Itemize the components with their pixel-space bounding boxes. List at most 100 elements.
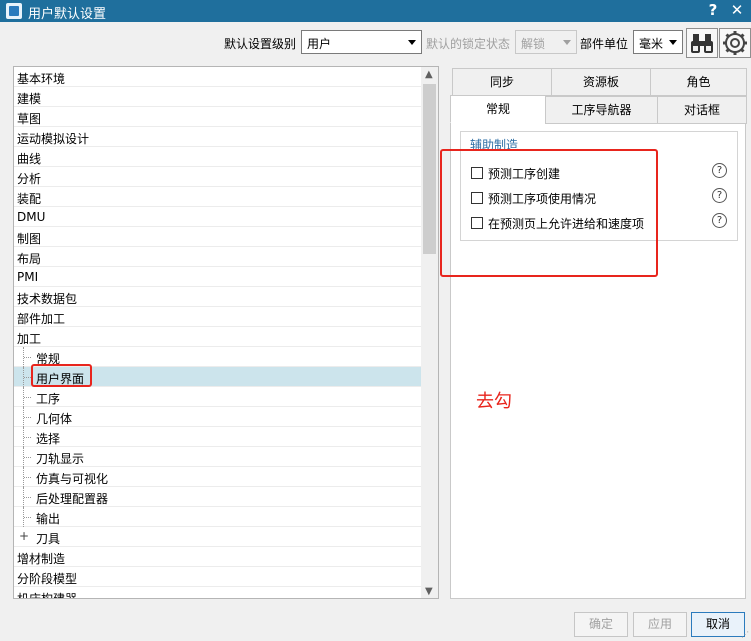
window-title: 用户默认设置 xyxy=(28,7,107,22)
tree-item-operation[interactable]: 工序 xyxy=(14,387,422,407)
settings-tree: 基本环境 建模 草图 运动模拟设计 曲线 分析 装配 DMU 制图 布局 PMI… xyxy=(13,66,439,599)
annotation-text: 去勾 xyxy=(476,391,512,412)
level-label: 默认设置级别 xyxy=(224,37,297,51)
expand-icon[interactable]: + xyxy=(19,529,29,543)
title-bar: 用户默认设置 ? ✕ xyxy=(0,0,751,22)
help-circle-icon[interactable]: ? xyxy=(712,188,727,203)
tree-item-toolpath-display[interactable]: 刀轨显示 xyxy=(14,447,422,467)
help-button[interactable]: ? xyxy=(704,1,722,19)
tab-sync[interactable]: 同步 xyxy=(452,68,552,96)
tree-item-label: 草图 xyxy=(17,112,42,126)
cancel-button[interactable]: 取消 xyxy=(691,612,745,637)
tree-item-label: 后处理配置器 xyxy=(36,492,109,506)
tab-general[interactable]: 常规 xyxy=(450,95,546,123)
tree-item-basic-env[interactable]: 基本环境 xyxy=(14,67,422,87)
tree-item-label: 增材制造 xyxy=(17,552,66,566)
tree-connector xyxy=(23,507,31,527)
tree-item-motion[interactable]: 运动模拟设计 xyxy=(14,127,422,147)
tree-item-tool[interactable]: + 刀具 xyxy=(14,527,422,547)
chevron-down-icon xyxy=(408,40,416,45)
tree-item-label: 曲线 xyxy=(17,152,42,166)
tree-item-staged-model[interactable]: 分阶段模型 xyxy=(14,567,422,587)
tree-connector xyxy=(23,467,31,487)
tree-item-manufacturing[interactable]: 加工 xyxy=(14,327,422,347)
tree-item-label: 机床构建器 xyxy=(17,592,78,599)
tree-item-modeling[interactable]: 建模 xyxy=(14,87,422,107)
tree-item-pmi[interactable]: PMI xyxy=(14,267,422,287)
tree-item-label: 分析 xyxy=(17,172,42,186)
tree-item-label: 基本环境 xyxy=(17,72,66,86)
tree-item-label: PMI xyxy=(17,270,39,284)
tree-item-sketch[interactable]: 草图 xyxy=(14,107,422,127)
lock-select: 解锁 xyxy=(515,30,577,54)
tree-item-label: 建模 xyxy=(17,92,42,106)
help-circle-icon[interactable]: ? xyxy=(712,213,727,228)
tree-item-label: 选择 xyxy=(36,432,61,446)
tree-item-label: 运动模拟设计 xyxy=(17,132,90,146)
tree-item-output[interactable]: 输出 xyxy=(14,507,422,527)
help-circle-icon[interactable]: ? xyxy=(712,163,727,178)
tab-dialog[interactable]: 对话框 xyxy=(657,96,747,124)
find-button[interactable] xyxy=(686,28,718,58)
tree-item-label: 输出 xyxy=(36,512,61,526)
gear-icon xyxy=(723,31,747,55)
level-select-value: 用户 xyxy=(307,37,332,51)
tree-connector xyxy=(23,407,31,427)
resize-grip-icon[interactable]: ⋰ xyxy=(741,630,749,639)
tree-item-label: 工序 xyxy=(36,392,61,406)
tree-connector xyxy=(23,427,31,447)
tree-item-curve[interactable]: 曲线 xyxy=(14,147,422,167)
tree-connector xyxy=(23,447,31,467)
tree-item-label: 刀轨显示 xyxy=(36,452,85,466)
binoculars-icon xyxy=(691,34,713,53)
highlight-box-options xyxy=(440,149,658,277)
level-select[interactable]: 用户 xyxy=(301,30,422,54)
tree-item-label: 仿真与可视化 xyxy=(36,472,109,486)
tree-item-label: 分阶段模型 xyxy=(17,572,78,586)
tree-item-label: DMU xyxy=(17,210,46,224)
tree-item-machine-builder[interactable]: 机床构建器 xyxy=(14,587,422,599)
unit-label: 部件单位 xyxy=(580,37,629,51)
tree-item-label: 几何体 xyxy=(36,412,73,426)
tree-connector xyxy=(23,387,31,407)
scroll-thumb[interactable] xyxy=(423,84,436,254)
unit-select-value: 毫米 xyxy=(639,37,664,51)
tab-roles[interactable]: 角色 xyxy=(650,68,747,96)
tree-item-label: 布局 xyxy=(17,252,42,266)
unit-select[interactable]: 毫米 xyxy=(633,30,683,54)
tree-item-label: 技术数据包 xyxy=(17,292,78,306)
lock-select-value: 解锁 xyxy=(521,37,546,51)
tree-item-additive[interactable]: 增材制造 xyxy=(14,547,422,567)
tree-item-label: 部件加工 xyxy=(17,312,66,326)
tree-item-part-mfg[interactable]: 部件加工 xyxy=(14,307,422,327)
highlight-box-tree xyxy=(31,364,92,387)
chevron-down-icon xyxy=(563,40,571,45)
tree-item-assembly[interactable]: 装配 xyxy=(14,187,422,207)
ok-button[interactable]: 确定 xyxy=(574,612,628,637)
tree-connector xyxy=(23,347,31,367)
tree-item-postprocessor[interactable]: 后处理配置器 xyxy=(14,487,422,507)
tree-scrollbar[interactable]: ▲ ▼ xyxy=(421,67,438,598)
tab-resource-bar[interactable]: 资源板 xyxy=(551,68,651,96)
tree-item-analysis[interactable]: 分析 xyxy=(14,167,422,187)
tree-connector xyxy=(23,487,31,507)
tree-item-tdp[interactable]: 技术数据包 xyxy=(14,287,422,307)
tree-item-dmu[interactable]: DMU xyxy=(14,207,422,227)
tree-item-label: 加工 xyxy=(17,332,42,346)
tree-item-label: 制图 xyxy=(17,232,42,246)
scroll-up-icon[interactable]: ▲ xyxy=(425,69,433,80)
tree-item-simulation[interactable]: 仿真与可视化 xyxy=(14,467,422,487)
tree-item-geometry[interactable]: 几何体 xyxy=(14,407,422,427)
tree-item-selection[interactable]: 选择 xyxy=(14,427,422,447)
tab-operation-navigator[interactable]: 工序导航器 xyxy=(545,96,658,124)
close-button[interactable]: ✕ xyxy=(728,1,746,19)
chevron-down-icon xyxy=(669,40,677,45)
app-icon xyxy=(6,3,22,19)
tree-item-layout[interactable]: 布局 xyxy=(14,247,422,267)
scroll-down-icon[interactable]: ▼ xyxy=(425,586,433,597)
tree-item-label: 刀具 xyxy=(36,532,61,546)
tree-item-drafting[interactable]: 制图 xyxy=(14,227,422,247)
lock-label: 默认的锁定状态 xyxy=(426,37,511,51)
settings-button[interactable] xyxy=(719,28,751,58)
apply-button[interactable]: 应用 xyxy=(633,612,687,637)
